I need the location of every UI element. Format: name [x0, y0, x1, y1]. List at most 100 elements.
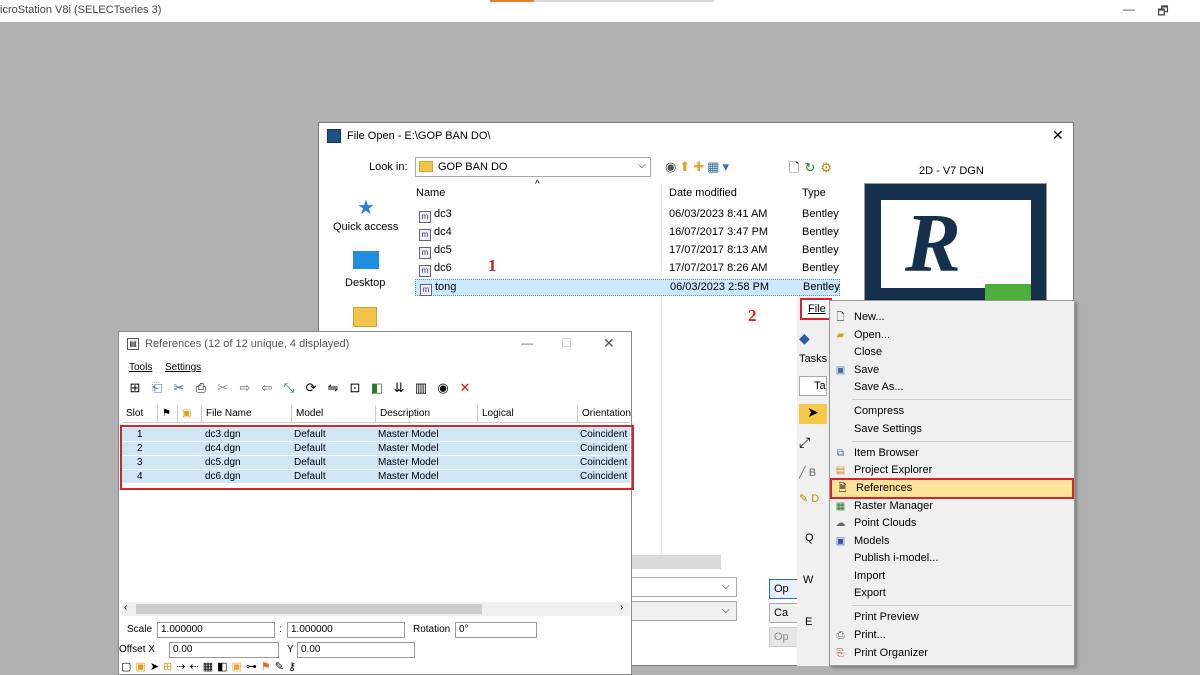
scale-icon[interactable]: ⤡ [281, 380, 297, 396]
column-file-name[interactable]: File Name [202, 405, 292, 422]
rotate-icon[interactable]: ⟳ [303, 380, 319, 396]
tool-w[interactable]: W [803, 574, 831, 594]
minimize-button[interactable]: — [521, 336, 533, 350]
color-icon[interactable]: ▣ [232, 661, 246, 673]
file-menu-button[interactable]: File [800, 298, 832, 320]
column-orientation[interactable]: Orientation [578, 405, 632, 422]
menu-item-save[interactable]: ▣ Save [830, 362, 1074, 379]
menu-item-close[interactable]: Close [830, 344, 1074, 361]
mask-icon[interactable]: ◧ [369, 380, 385, 396]
column-model[interactable]: Model [292, 405, 376, 422]
menu-item-compress[interactable]: Compress [830, 403, 1074, 420]
list-item[interactable]: m dc6 17/07/2017 8:26 AM Bentley [415, 261, 840, 278]
select-element-icon[interactable]: ➤ [799, 404, 827, 424]
scroll-left-icon[interactable]: ‹ [124, 602, 127, 613]
scrollbar-thumb[interactable] [136, 604, 482, 614]
column-display[interactable]: ▣ [178, 405, 202, 422]
link-icon[interactable]: ⊶ [246, 661, 261, 673]
key-icon[interactable]: ⚷ [288, 661, 300, 673]
close-icon[interactable]: ✕ [1052, 127, 1064, 144]
menu-item-models[interactable]: ▣ Models [830, 533, 1074, 550]
boundary-icon[interactable]: ⊡ [347, 380, 363, 396]
menu-tools[interactable]: Tools [129, 362, 152, 373]
merge-icon[interactable]: ⇊ [391, 380, 407, 396]
detach-icon[interactable]: ✂ [171, 380, 187, 396]
back-icon[interactable]: ⇠ [189, 661, 202, 673]
up-folder-icon[interactable]: ⬆ [679, 159, 693, 174]
filetype-dropdown[interactable]: ⌵ [631, 601, 737, 621]
menu-item-point-clouds[interactable]: ☁ Point Clouds [830, 515, 1074, 532]
menu-item-export[interactable]: Export [830, 585, 1074, 602]
camera-icon[interactable]: ◉ [435, 380, 451, 396]
locate-icon[interactable]: ➤ [150, 661, 163, 673]
fence-icon[interactable]: ⤢ [799, 434, 827, 454]
tasks-label[interactable]: Tasks [799, 353, 827, 373]
list-item[interactable]: m dc5 17/07/2017 8:13 AM Bentley [415, 243, 840, 260]
maximize-button[interactable]: ☐ [561, 336, 572, 350]
column-logical[interactable]: Logical [478, 405, 578, 422]
view-menu-icon[interactable]: ▦▾ [707, 159, 732, 174]
task-dropdown[interactable]: Ta [799, 376, 827, 396]
level-icon[interactable]: ◧ [217, 661, 231, 673]
scrollbar-thumb[interactable] [619, 555, 721, 569]
snap-icon[interactable]: ▣ [135, 661, 149, 673]
list-item[interactable]: m dc3 06/03/2023 8:41 AM Bentley [415, 207, 840, 224]
column-type[interactable]: Type [802, 187, 826, 199]
list-item[interactable]: m dc4 16/07/2017 3:47 PM Bentley [415, 225, 840, 242]
close-icon[interactable]: ✕ [603, 335, 615, 352]
menu-item-print-organizer[interactable]: ⎘ Print Organizer [830, 645, 1074, 662]
reload-icon[interactable]: ⎙ [193, 380, 209, 396]
restore-button[interactable]: 🗗 [1152, 2, 1174, 18]
menu-item-references[interactable]: 🗎 References [830, 478, 1074, 499]
extra-toolbar[interactable]: 🗋↻⚙ [789, 159, 837, 181]
draw-tool-icon[interactable]: ✎ D [799, 492, 827, 512]
place-quick-access[interactable]: Quick access [333, 221, 398, 233]
list-item-selected[interactable]: m tong 06/03/2023 2:58 PM Bentley [415, 279, 840, 296]
flag-icon[interactable]: ⚑ [261, 661, 275, 673]
nav-toolbar[interactable]: ◉⬆✚▦▾ [665, 159, 732, 175]
horizontal-scrollbar[interactable]: ‹ › [122, 602, 630, 616]
column-name[interactable]: Name [416, 187, 445, 199]
rotation-input[interactable]: 0° [455, 622, 537, 638]
hilite-icon[interactable]: ▥ [413, 380, 429, 396]
attach-icon[interactable]: ⎗ [149, 380, 165, 396]
line-tool-icon[interactable]: ╱ B [799, 466, 827, 486]
back-icon[interactable]: ◉ [665, 159, 679, 174]
scale-input-2[interactable]: 1.000000 [287, 622, 405, 638]
copy-icon[interactable]: ⇦ [259, 380, 275, 396]
column-flag[interactable]: ⚑ [158, 405, 178, 422]
menu-item-project-explorer[interactable]: ▤ Project Explorer [830, 462, 1074, 479]
cancel-button[interactable]: Ca [769, 603, 799, 623]
column-date[interactable]: Date modified [669, 187, 737, 199]
new-folder-icon[interactable]: ✚ [693, 159, 707, 174]
grid-icon[interactable]: ▦ [203, 661, 217, 673]
menu-item-save-settings[interactable]: Save Settings [830, 421, 1074, 438]
menu-item-new[interactable]: 🗋 New... [830, 309, 1074, 326]
tree-view-icon[interactable]: ⊞ [127, 380, 143, 396]
scroll-right-icon[interactable]: › [620, 602, 623, 613]
mirror-icon[interactable]: ⇋ [325, 380, 341, 396]
settings-icon[interactable]: ⚙ [820, 160, 837, 175]
look-in-dropdown[interactable]: GOP BAN DO ⌵ [415, 157, 651, 177]
menu-settings[interactable]: Settings [165, 362, 201, 373]
refresh-icon[interactable]: ↻ [804, 160, 820, 175]
column-description[interactable]: Description [376, 405, 478, 422]
menu-item-print[interactable]: ⎙ Print... [830, 627, 1074, 644]
menu-item-open[interactable]: ▰ Open... [830, 327, 1074, 344]
menu-item-import[interactable]: Import [830, 568, 1074, 585]
move-icon[interactable]: ⇨ [237, 380, 253, 396]
menu-item-print-preview[interactable]: Print Preview [830, 609, 1074, 626]
menu-item-item-browser[interactable]: ⧉ Item Browser [830, 445, 1074, 462]
delete-icon[interactable]: ✕ [457, 380, 473, 396]
column-slot[interactable]: Slot [122, 405, 158, 422]
filename-dropdown[interactable]: ⌵ [631, 577, 737, 597]
edit-icon[interactable]: ✎ [275, 661, 288, 673]
open-button[interactable]: Op [769, 579, 799, 599]
offset-y-input[interactable]: 0.00 [297, 642, 415, 658]
offset-x-input[interactable]: 0.00 [169, 642, 279, 658]
nested-icon[interactable]: ⇢ [176, 661, 189, 673]
menu-item-save-as[interactable]: Save As... [830, 379, 1074, 396]
menu-item-raster-manager[interactable]: ▦ Raster Manager [830, 498, 1074, 515]
scale-input-1[interactable]: 1.000000 [157, 622, 275, 638]
new-file-icon[interactable]: 🗋 [789, 160, 804, 175]
